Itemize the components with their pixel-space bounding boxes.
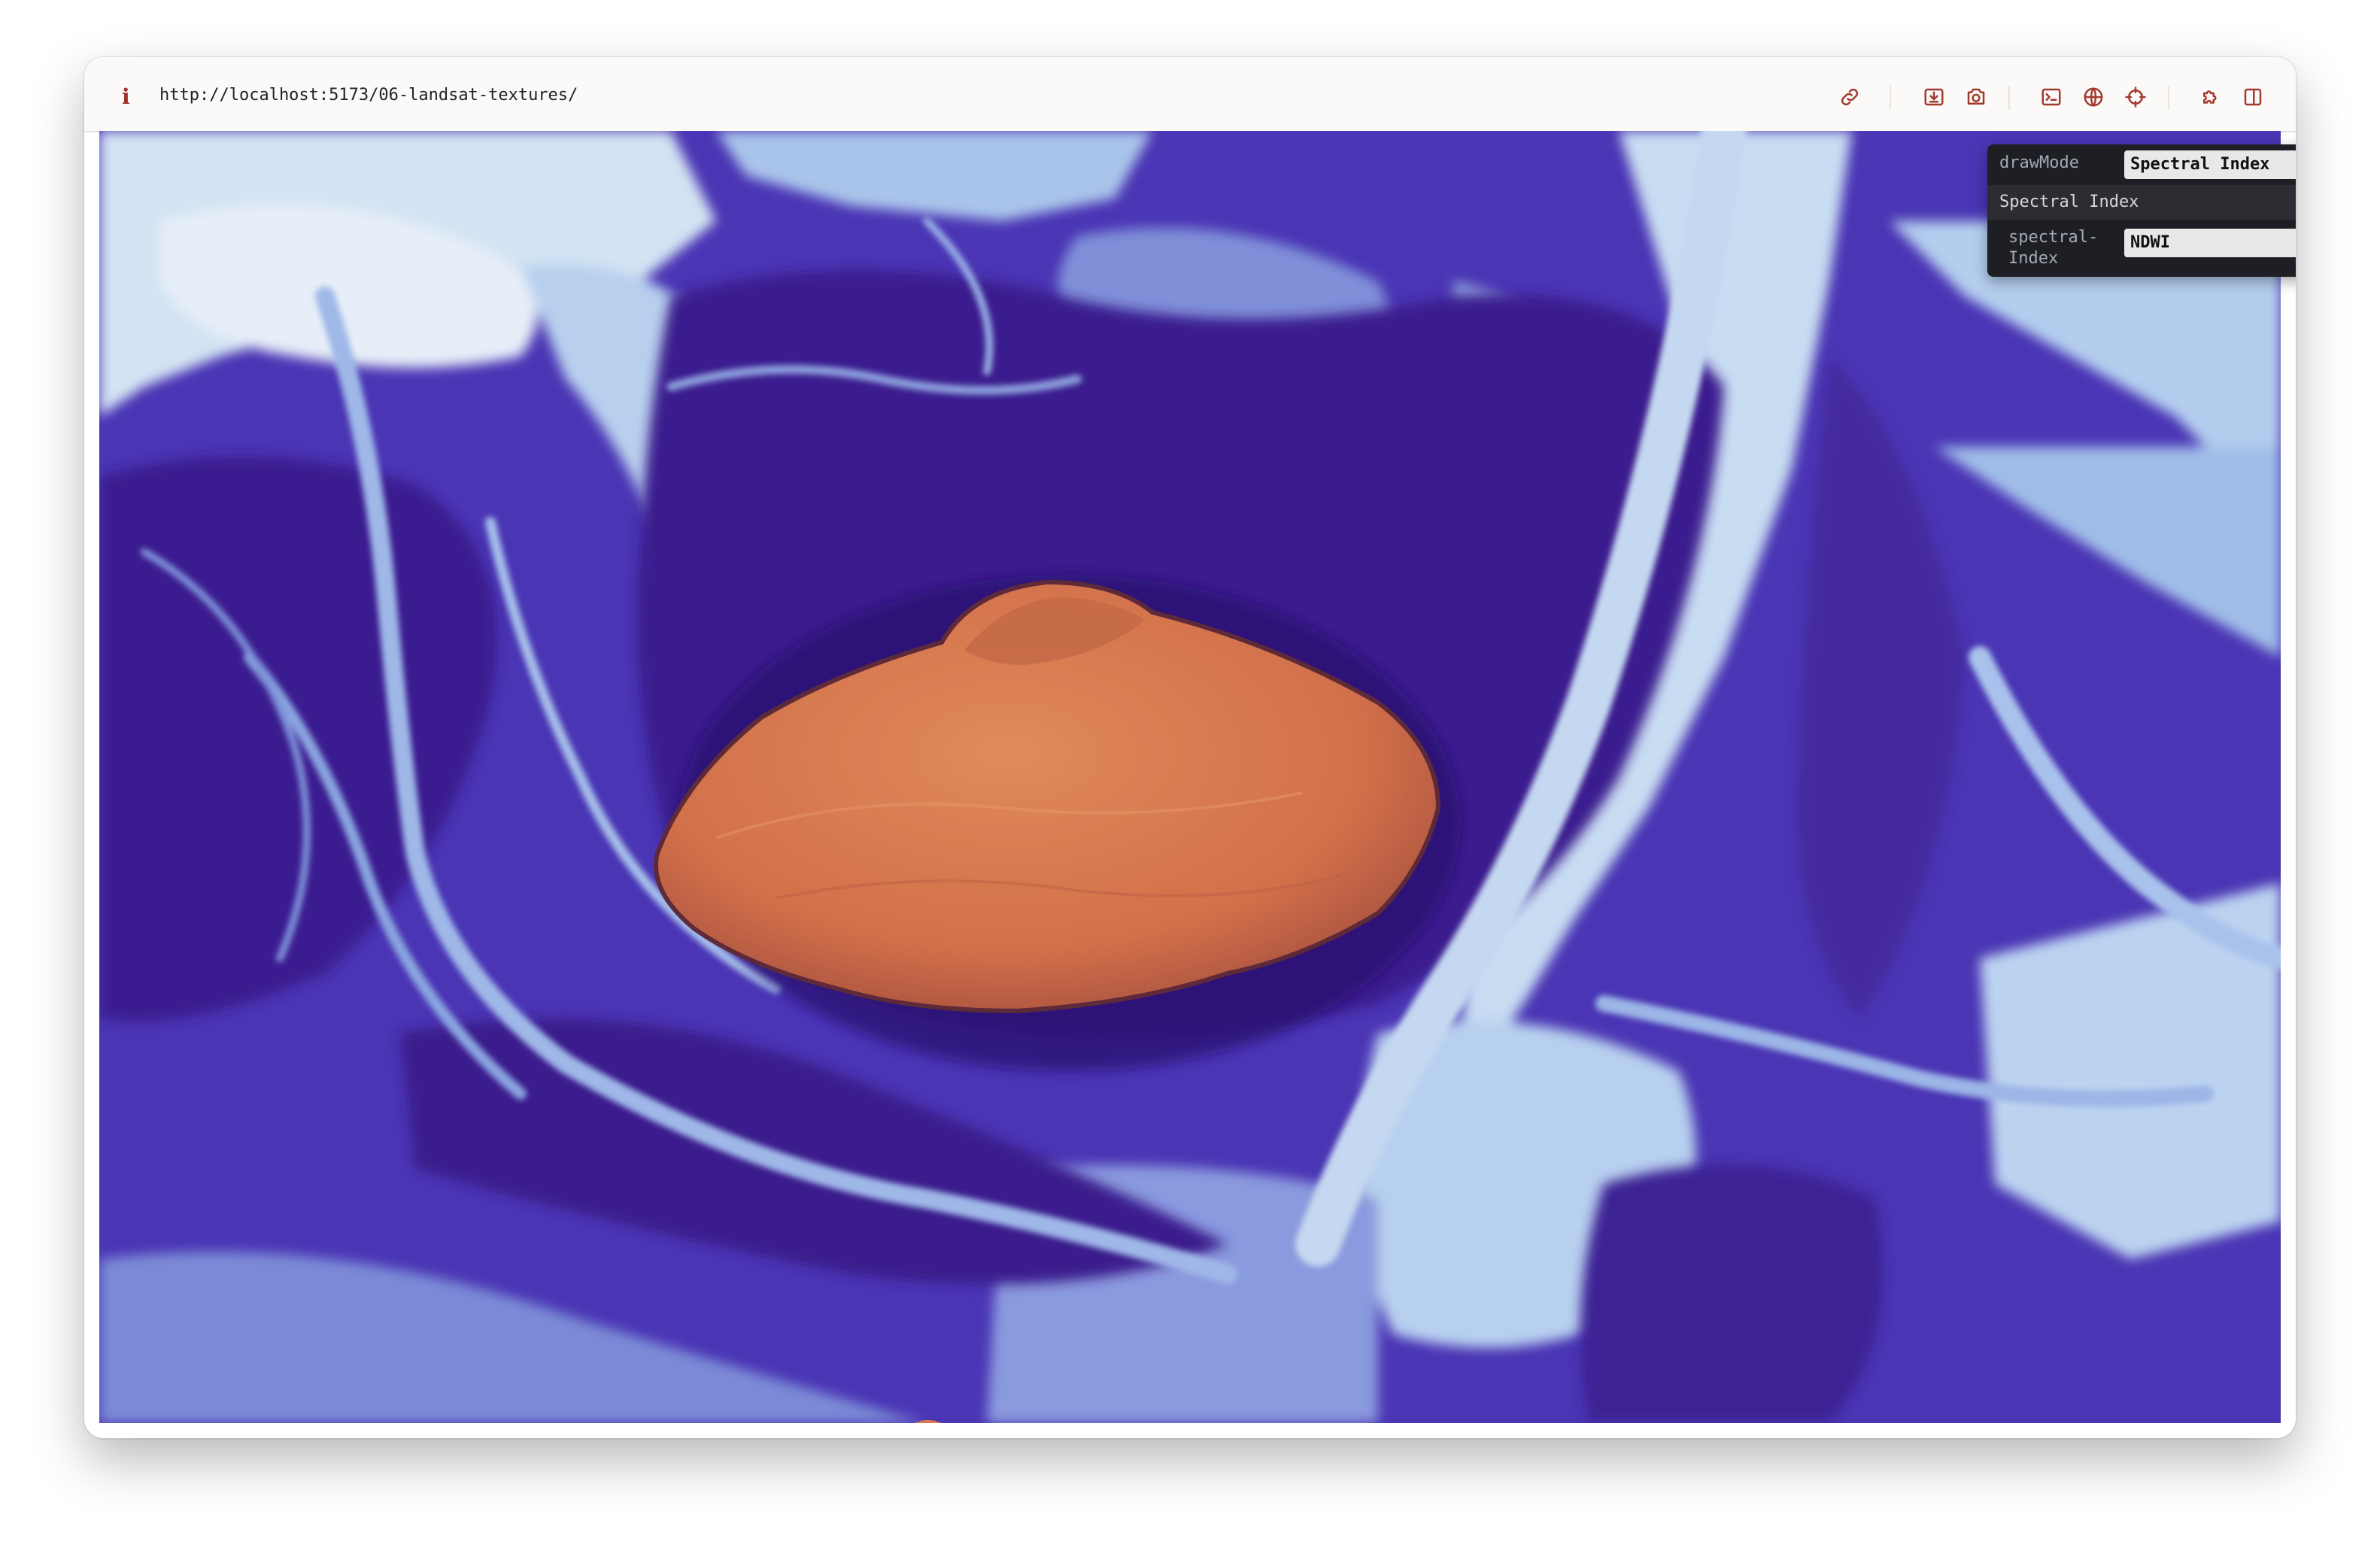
gui-control-panel: drawMode Spectral Index Spectral Index s… bbox=[1987, 144, 2296, 277]
browser-window: i http://localhost:5173/06-landsat-textu… bbox=[84, 57, 2296, 1438]
spectral-index-select[interactable]: NDWI bbox=[2124, 229, 2296, 257]
spectral-index-label-line2: Index bbox=[2008, 249, 2059, 268]
terminal-icon[interactable] bbox=[2040, 86, 2063, 108]
link-icon[interactable] bbox=[1838, 86, 1861, 108]
draw-mode-value: Spectral Index bbox=[2130, 155, 2270, 174]
toolbar-separator bbox=[1890, 86, 1891, 110]
extensions-icon[interactable] bbox=[2199, 86, 2222, 108]
spectral-index-image bbox=[99, 131, 2281, 1423]
spectral-index-label: spectral- Index bbox=[2008, 227, 2106, 269]
spectral-index-label-line1: spectral- bbox=[2008, 228, 2099, 247]
spectral-index-folder[interactable]: Spectral Index bbox=[1987, 185, 2296, 220]
draw-mode-select[interactable]: Spectral Index bbox=[2124, 150, 2296, 179]
globe-icon[interactable] bbox=[2082, 86, 2105, 108]
folder-title: Spectral Index bbox=[1999, 193, 2139, 211]
crosshair-icon[interactable] bbox=[2124, 86, 2147, 108]
toolbar-separator bbox=[2168, 86, 2169, 110]
sidebar-icon[interactable] bbox=[2242, 86, 2264, 108]
draw-mode-row: drawMode Spectral Index bbox=[1987, 144, 2296, 184]
download-icon[interactable] bbox=[1923, 86, 1945, 108]
landsat-canvas[interactable] bbox=[99, 131, 2281, 1423]
address-bar-url[interactable]: http://localhost:5173/06-landsat-texture… bbox=[159, 86, 578, 105]
browser-toolbar: i http://localhost:5173/06-landsat-textu… bbox=[84, 57, 2296, 132]
draw-mode-label: drawMode bbox=[1999, 153, 2079, 172]
site-info-icon[interactable]: i bbox=[122, 84, 130, 109]
toolbar-separator bbox=[2008, 86, 2010, 110]
spectral-index-value: NDWI bbox=[2130, 233, 2170, 252]
camera-icon[interactable] bbox=[1965, 86, 1987, 108]
